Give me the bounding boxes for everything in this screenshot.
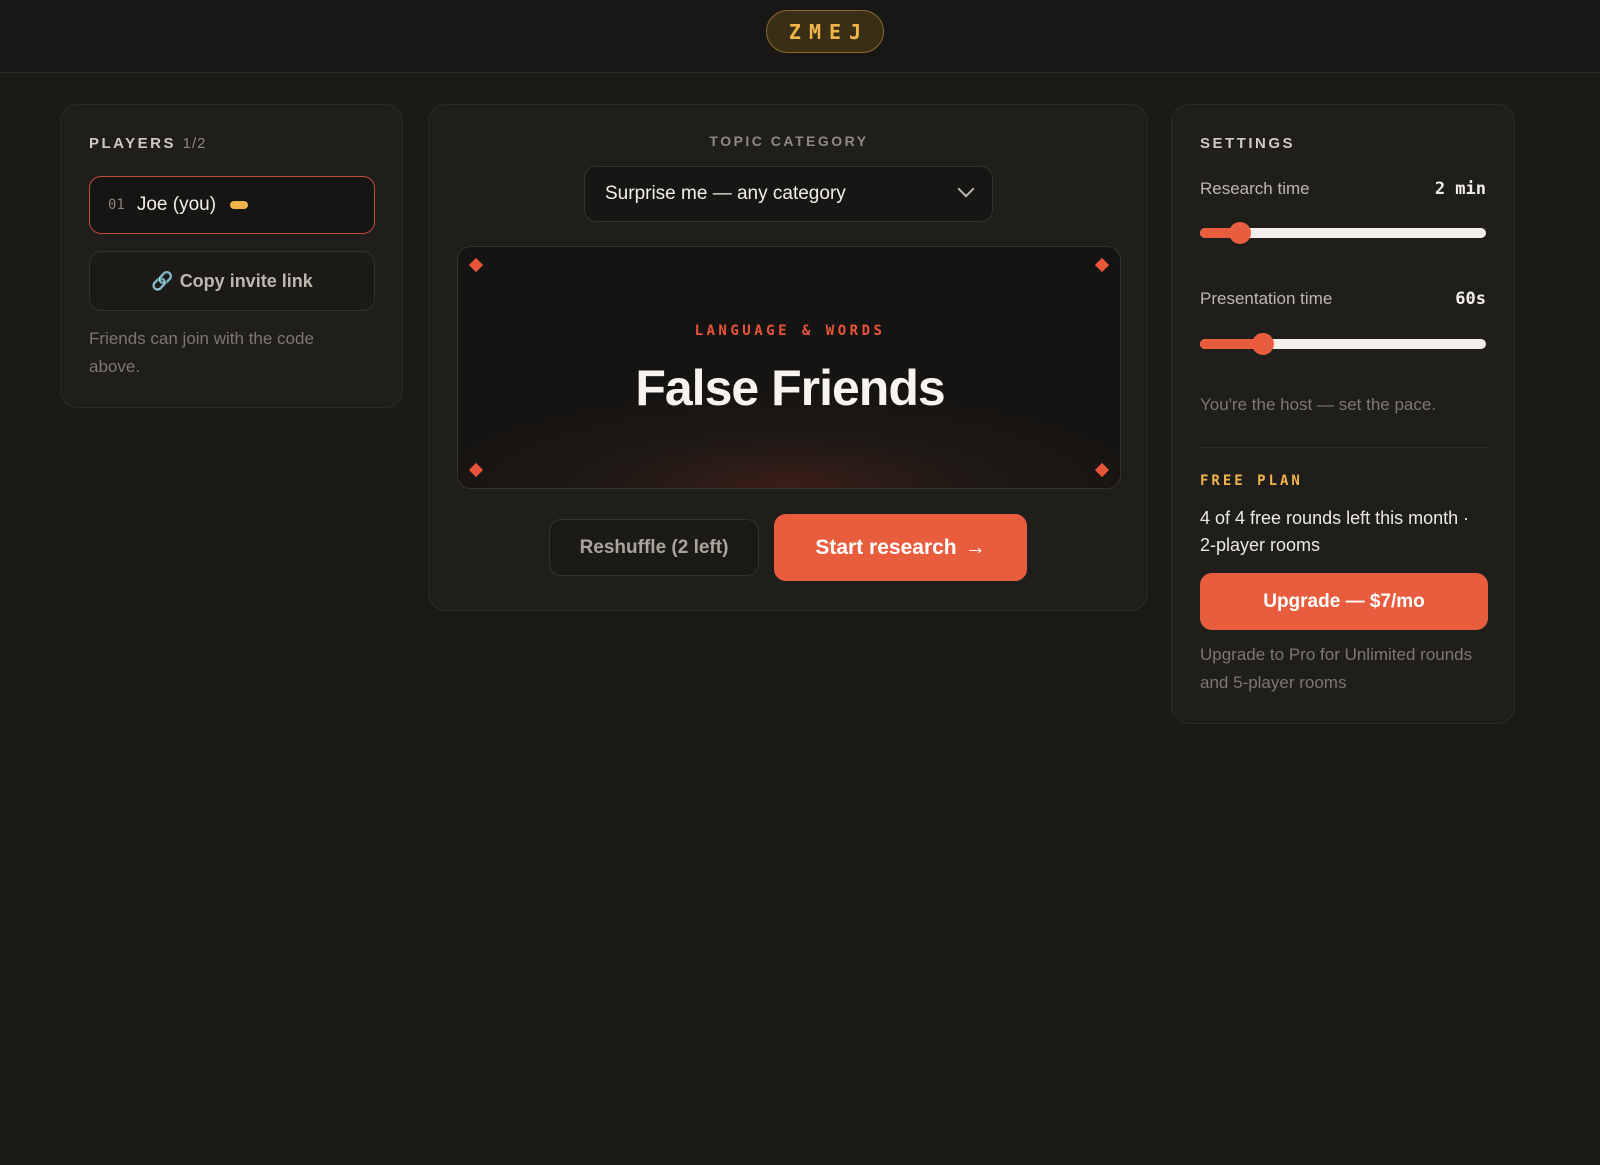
host-note: You're the host — set the pace. [1200,395,1437,414]
presentation-time-value: 60s [1455,289,1486,309]
player-row[interactable]: 01 Joe (you) [89,176,375,234]
upgrade-button[interactable]: Upgrade — $7/mo [1200,573,1488,630]
players-title: PLAYERS 1/2 [89,135,207,152]
topic-panel: TOPIC CATEGORY Surprise me — any categor… [428,104,1148,611]
players-panel: PLAYERS 1/2 01 Joe (you) 🔗 Copy invite l… [60,104,403,408]
copy-invite-link-label: Copy invite link [179,270,313,291]
upgrade-note: Upgrade to Pro for Unlimited rounds and … [1200,645,1473,692]
slider-thumb[interactable] [1251,333,1274,355]
corner-diamond-icon [468,462,484,478]
copy-invite-link-button[interactable]: 🔗 Copy invite link [89,251,375,311]
chevron-down-icon [957,180,975,198]
category-select-value: Surprise me — any category [605,183,846,204]
room-code-badge[interactable]: ZMEJ [766,10,884,53]
presentation-time-slider[interactable] [1200,333,1486,355]
plan-label: FREE PLAN [1200,473,1303,489]
settings-panel: SETTINGS Research time 2 min Presentatio… [1171,104,1515,724]
link-icon: 🔗 [151,270,174,291]
research-time-slider[interactable] [1200,222,1486,244]
top-bar: ZMEJ [0,0,1600,73]
start-research-button[interactable]: Start research → [774,514,1027,581]
slider-thumb[interactable] [1229,222,1252,244]
player-name: Joe (you) [136,194,217,215]
host-indicator [230,201,249,209]
plan-description: 4 of 4 free rounds left this month · 2-p… [1200,508,1470,555]
divider [1200,447,1486,448]
settings-title: SETTINGS [1200,135,1296,152]
topic-category-label: TOPIC CATEGORY [709,133,869,149]
topic-card-display: LANGUAGE & WORDS False Friends [457,246,1121,489]
start-research-label: Start research [815,535,957,559]
arrow-right-icon: → [964,535,986,559]
corner-diamond-icon [468,257,484,273]
reshuffle-button[interactable]: Reshuffle (2 left) [549,519,759,576]
player-number: 01 [108,197,125,213]
presentation-time-label: Presentation time [1200,289,1333,308]
category-select[interactable]: Surprise me — any category [584,166,993,222]
topic-title: False Friends [635,360,945,416]
corner-diamond-icon [1094,257,1110,273]
topic-category: LANGUAGE & WORDS [694,323,886,339]
invite-hint: Friends can join with the code above. [89,329,314,376]
players-count: 1/2 [182,135,207,152]
research-time-label: Research time [1200,179,1310,198]
research-time-value: 2 min [1434,179,1486,199]
corner-diamond-icon [1094,462,1110,478]
